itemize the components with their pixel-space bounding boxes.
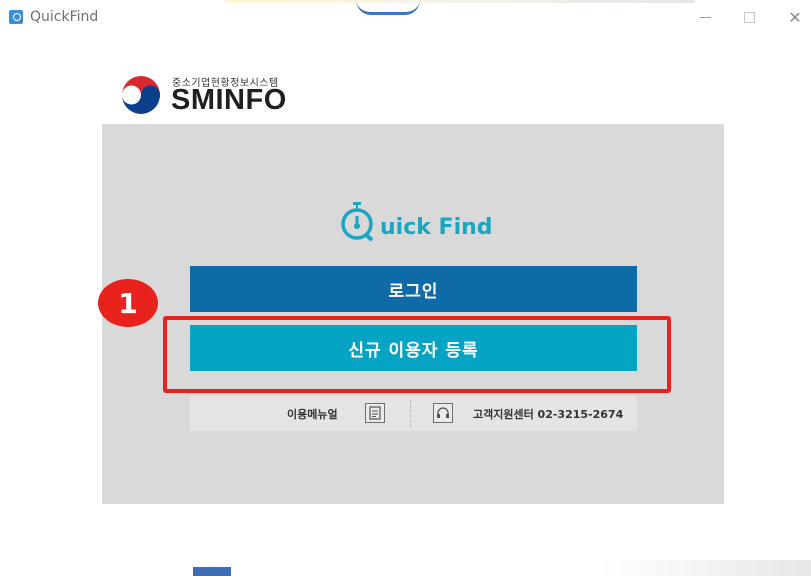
top-decor-line — [225, 0, 695, 3]
minimize-button[interactable] — [690, 6, 720, 28]
support-bar: 이용메뉴얼 고객지원센터 02-3215-2674 — [190, 396, 637, 431]
quickfind-app-icon — [9, 10, 23, 24]
stopwatch-q-icon — [341, 202, 374, 242]
bottom-shadow — [600, 560, 811, 576]
quickfind-title-text: uick Find — [380, 215, 493, 240]
logo-wordmark: SMINFO — [171, 84, 287, 116]
taskbar-partial-icon — [193, 567, 231, 576]
manual-book-icon[interactable] — [365, 403, 385, 423]
window-title: QuickFind — [30, 9, 99, 25]
customer-support-label: 고객지원센터 02-3215-2674 — [473, 408, 624, 421]
close-icon: ✕ — [788, 7, 802, 27]
login-panel — [102, 124, 724, 504]
quickfind-title: uick Find — [338, 196, 493, 242]
close-button[interactable]: ✕ — [780, 6, 810, 28]
headset-icon[interactable] — [433, 403, 453, 423]
quickfind-window: QuickFind ✕ 중소기업현황정보시스템 SMINFO uick Find… — [0, 0, 811, 576]
maximize-icon — [743, 11, 755, 23]
minimize-icon — [699, 16, 711, 18]
user-manual-link[interactable]: 이용메뉴얼 — [287, 406, 338, 422]
taegeuk-emblem-icon — [122, 76, 160, 114]
step-badge: 1 — [98, 279, 158, 327]
sminfo-logo: 중소기업현황정보시스템 SMINFO — [118, 70, 318, 120]
title-bar[interactable]: QuickFind ✕ — [0, 0, 811, 34]
support-divider — [410, 400, 411, 427]
maximize-button[interactable] — [734, 6, 764, 28]
top-decor-arc — [356, 0, 420, 15]
login-button[interactable]: 로그인 — [190, 266, 637, 312]
new-user-register-button[interactable]: 신규 이용자 등록 — [190, 325, 637, 371]
